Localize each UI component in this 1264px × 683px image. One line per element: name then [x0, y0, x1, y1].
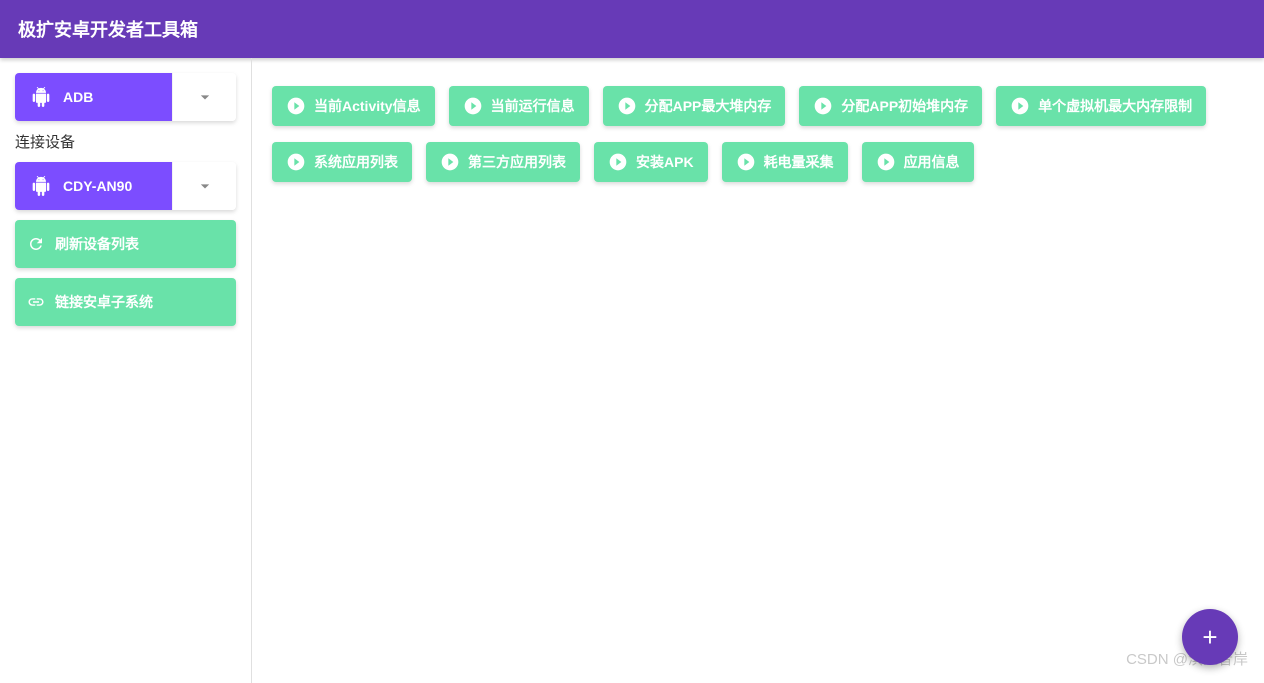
action-label: 系统应用列表 [314, 152, 398, 172]
play-circle-icon [617, 96, 637, 116]
play-circle-icon [1010, 96, 1030, 116]
action-label: 单个虚拟机最大内存限制 [1038, 96, 1192, 116]
app-header: 极扩安卓开发者工具箱 [0, 0, 1264, 58]
play-circle-icon [736, 152, 756, 172]
main-container: ADB 连接设备 CDY-AN90 [0, 58, 1264, 683]
action-row-1: 当前Activity信息 当前运行信息 分配APP最大堆内存 分配APP初始堆内… [272, 86, 1244, 126]
link-android-subsystem-button[interactable]: 链接安卓子系统 [15, 278, 236, 326]
device-dropdown[interactable]: CDY-AN90 [15, 162, 236, 210]
link-icon [27, 293, 45, 311]
install-apk-button[interactable]: 安装APK [594, 142, 708, 182]
third-party-app-list-button[interactable]: 第三方应用列表 [426, 142, 580, 182]
action-label: 应用信息 [904, 152, 960, 172]
current-activity-info-button[interactable]: 当前Activity信息 [272, 86, 435, 126]
android-icon [31, 176, 51, 196]
main-content: 当前Activity信息 当前运行信息 分配APP最大堆内存 分配APP初始堆内… [252, 58, 1264, 683]
refresh-button-label: 刷新设备列表 [55, 234, 139, 254]
chevron-down-icon [195, 176, 215, 196]
play-circle-icon [876, 152, 896, 172]
play-circle-icon [608, 152, 628, 172]
device-dropdown-toggle[interactable] [172, 162, 236, 210]
play-circle-icon [813, 96, 833, 116]
action-label: 当前Activity信息 [314, 96, 421, 116]
action-label: 耗电量采集 [764, 152, 834, 172]
refresh-device-list-button[interactable]: 刷新设备列表 [15, 220, 236, 268]
action-label: 当前运行信息 [491, 96, 575, 116]
adb-dropdown-toggle[interactable] [172, 73, 236, 121]
current-running-info-button[interactable]: 当前运行信息 [449, 86, 589, 126]
app-initial-heap-button[interactable]: 分配APP初始堆内存 [799, 86, 982, 126]
action-label: 安装APK [636, 152, 694, 172]
fab-add-button[interactable]: + [1182, 609, 1238, 665]
plus-icon: + [1202, 622, 1217, 653]
refresh-icon [27, 235, 45, 253]
adb-dropdown-label: ADB [63, 89, 93, 105]
single-vm-max-memory-button[interactable]: 单个虚拟机最大内存限制 [996, 86, 1206, 126]
adb-dropdown[interactable]: ADB [15, 73, 236, 121]
play-circle-icon [463, 96, 483, 116]
adb-dropdown-label-area[interactable]: ADB [15, 73, 172, 121]
action-label: 分配APP初始堆内存 [841, 96, 968, 116]
android-icon [31, 87, 51, 107]
app-title: 极扩安卓开发者工具箱 [18, 20, 198, 40]
system-app-list-button[interactable]: 系统应用列表 [272, 142, 412, 182]
sidebar: ADB 连接设备 CDY-AN90 [0, 58, 252, 683]
play-circle-icon [286, 152, 306, 172]
play-circle-icon [286, 96, 306, 116]
action-label: 分配APP最大堆内存 [645, 96, 772, 116]
action-label: 第三方应用列表 [468, 152, 566, 172]
link-button-label: 链接安卓子系统 [55, 292, 153, 312]
chevron-down-icon [195, 87, 215, 107]
device-dropdown-label: CDY-AN90 [63, 178, 132, 194]
connect-device-label: 连接设备 [15, 131, 236, 152]
device-dropdown-label-area[interactable]: CDY-AN90 [15, 162, 172, 210]
action-row-2: 系统应用列表 第三方应用列表 安装APK 耗电量采集 应用信息 [272, 142, 1244, 182]
play-circle-icon [440, 152, 460, 172]
power-consumption-button[interactable]: 耗电量采集 [722, 142, 848, 182]
app-max-heap-button[interactable]: 分配APP最大堆内存 [603, 86, 786, 126]
app-info-button[interactable]: 应用信息 [862, 142, 974, 182]
